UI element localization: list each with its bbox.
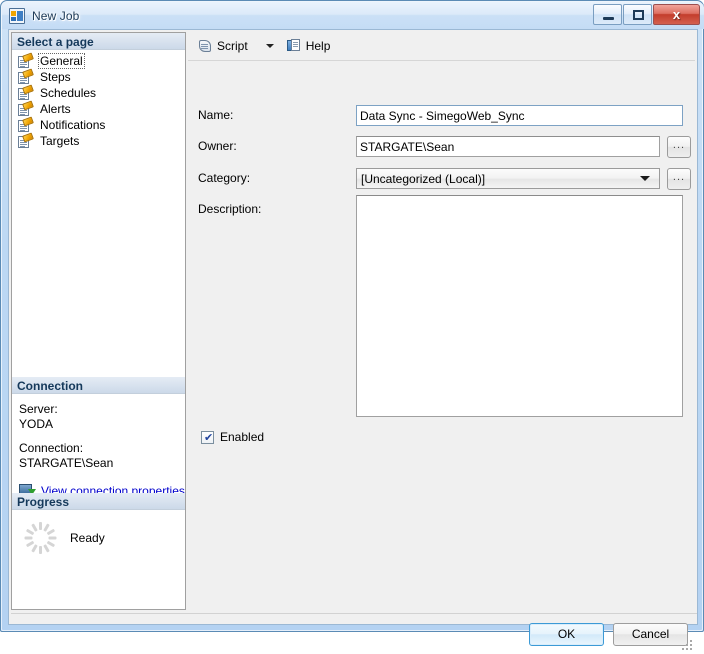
help-button[interactable]: Help [282,35,335,57]
grip-dot [686,644,688,646]
grip-dot [690,640,692,642]
dialog-toolbar: Script Help [188,32,695,61]
owner-label: Owner: [198,139,237,153]
grip-dot [686,648,688,650]
dialog-client-area: Select a page General Steps [8,29,698,625]
sidebar-item-notifications[interactable]: Notifications [12,117,185,133]
enabled-label: Enabled [220,430,264,444]
page-icon [18,86,34,101]
grip-dot [682,648,684,650]
page-icon [18,102,34,117]
connection-header: Connection [12,377,185,394]
enabled-checkbox-row[interactable]: ✔ Enabled [201,430,264,444]
category-label: Category: [198,171,250,185]
progress-spinner-icon [24,522,56,554]
description-textarea[interactable] [356,195,683,417]
ok-button[interactable]: OK [529,623,604,646]
progress-body: Ready [12,522,185,554]
title-bar[interactable]: New Job x [2,2,704,29]
name-input[interactable] [356,105,683,126]
sidebar-item-alerts[interactable]: Alerts [12,101,185,117]
sidebar-item-label: General [39,54,84,68]
sidebar-item-targets[interactable]: Targets [12,133,185,149]
script-label: Script [217,39,248,53]
page-icon [18,54,34,69]
close-icon: x [654,5,699,24]
new-job-dialog-window: New Job x Select a page [0,0,704,632]
server-label: Server: [12,402,185,417]
spinner-tick [39,546,42,554]
page-icon [18,70,34,85]
resize-grip-icon[interactable] [682,640,694,652]
window-title: New Job [32,9,79,23]
sidebar-item-label: Schedules [39,86,97,100]
general-page-panel: Script Help Name: [188,32,695,610]
spinner-tick [43,544,50,552]
sidebar-item-label: Steps [39,70,72,84]
script-scroll-icon [197,38,213,54]
window-controls: x [592,4,700,25]
script-dropdown-button[interactable] [252,35,282,57]
sidebar-item-label: Alerts [39,102,72,116]
progress-header: Progress [12,493,185,510]
spinner-tick [24,537,32,540]
close-button[interactable]: x [653,4,700,25]
script-button[interactable]: Script [193,35,252,57]
help-label: Help [306,39,331,53]
enabled-checkbox[interactable]: ✔ [201,431,214,444]
spinner-tick [48,537,56,540]
minimize-icon [603,17,614,20]
select-page-panel: Select a page General Steps [11,32,186,610]
owner-browse-button[interactable]: ... [667,136,691,158]
page-list: General Steps Schedules [12,53,185,149]
spinner-tick [25,529,33,536]
progress-section: Progress Ready [12,493,185,554]
dialog-footer: OK Cancel [11,614,697,654]
sidebar-item-label: Notifications [39,118,106,132]
grip-dot [690,648,692,650]
chevron-down-icon [266,44,274,48]
name-label: Name: [198,108,233,122]
progress-status: Ready [70,531,105,545]
job-icon [9,8,25,24]
chevron-down-icon [640,176,650,181]
help-book-icon [286,38,302,54]
minimize-button[interactable] [593,4,622,25]
sidebar-item-steps[interactable]: Steps [12,69,185,85]
sidebar-item-label: Targets [39,134,80,148]
page-icon [18,118,34,133]
connection-section: Connection Server: YODA Connection: STAR… [12,377,185,498]
category-browse-button[interactable]: ... [667,168,691,190]
grip-dot [690,644,692,646]
server-value: YODA [12,417,185,432]
sidebar-item-general[interactable]: General [12,53,185,69]
maximize-button[interactable] [623,4,652,25]
category-select[interactable]: [Uncategorized (Local)] [356,168,660,189]
spinner-tick [39,522,42,530]
spinner-tick [31,544,38,552]
cancel-button[interactable]: Cancel [613,623,688,646]
checkmark-icon: ✔ [204,432,213,443]
select-page-header: Select a page [12,33,185,50]
spinner-tick [46,529,54,536]
page-icon [18,134,34,149]
description-label: Description: [198,202,261,216]
sidebar-item-schedules[interactable]: Schedules [12,85,185,101]
connection-value: STARGATE\Sean [12,456,185,471]
connection-label: Connection: [12,441,185,456]
maximize-icon [633,10,644,20]
owner-input[interactable] [356,136,660,157]
